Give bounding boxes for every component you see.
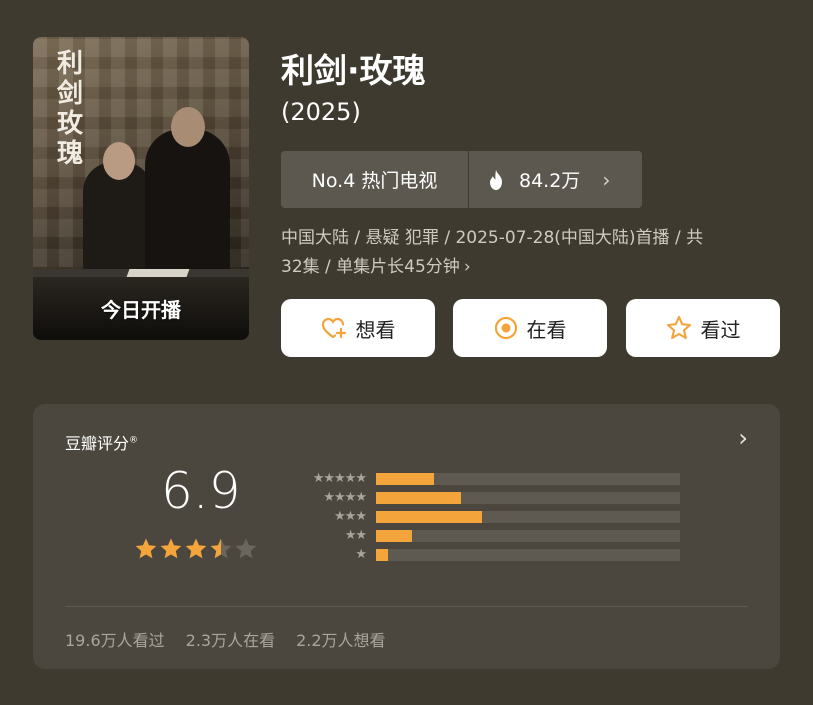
rating-label: 豆瓣评分®	[65, 434, 139, 453]
flame-icon	[490, 169, 502, 190]
release-year: (2025)	[281, 98, 361, 126]
want-button[interactable]: 想看	[281, 299, 435, 357]
heat-value: 84.2万	[519, 170, 581, 192]
rating-row: ★	[288, 546, 688, 565]
rating-bar-track	[376, 530, 680, 542]
rating-row: ★★★★★	[288, 470, 688, 489]
star-level-icon: ★★★	[334, 509, 367, 524]
watching-count: 2.3万人在看	[185, 631, 276, 650]
rating-bar-fill	[376, 492, 462, 504]
want-count: 2.2万人想看	[296, 631, 386, 650]
want-label: 想看	[355, 317, 396, 342]
poster-title: 利剑玫瑰	[57, 49, 84, 169]
registered-mark: ®	[129, 435, 139, 446]
rating-bar-fill	[376, 549, 389, 561]
watched-label: 看过	[700, 317, 741, 342]
rank-bar: No.4 热门电视 84.2万 ›	[281, 151, 642, 208]
rating-row: ★★	[288, 527, 688, 546]
poster-image[interactable]: 利剑玫瑰 今日开播	[33, 37, 249, 340]
rating-stats: 19.6万人看过 2.3万人在看 2.2万人想看	[65, 627, 386, 651]
meta-line-2: 32集 / 单集片长45分钟	[281, 257, 460, 277]
rating-star-icon	[135, 538, 157, 559]
rating-bar-track	[376, 492, 680, 504]
rating-score: 6.9	[161, 462, 241, 520]
rating-star-icon	[160, 538, 182, 559]
star-level-icon: ★★★★	[323, 490, 367, 505]
star-outline-icon	[666, 315, 691, 340]
rating-bar-track	[376, 511, 680, 523]
watching-label: 在看	[526, 317, 567, 342]
star-level-icon: ★★	[344, 528, 367, 543]
rating-star-icon	[210, 538, 232, 559]
rating-distribution: ★★★★★ ★★★★ ★★★ ★★ ★	[288, 470, 688, 565]
rank-link[interactable]: No.4 热门电视	[281, 166, 468, 193]
chevron-right-icon: ›	[602, 167, 611, 192]
watched-button[interactable]: 看过	[626, 299, 780, 357]
rating-bar-fill	[376, 511, 483, 523]
heat-link[interactable]: 84.2万 ›	[469, 166, 642, 193]
star-level-icon: ★★★★★	[312, 471, 367, 486]
poster-figure-woman-head	[103, 142, 135, 180]
rating-bar-track	[376, 473, 680, 485]
rating-bar-track	[376, 549, 680, 561]
poster-figure-man	[145, 129, 230, 279]
poster-figure-man-head	[171, 107, 205, 147]
target-icon	[494, 316, 517, 340]
show-meta[interactable]: 中国大陆 / 悬疑 犯罪 / 2025-07-28(中国大陆)首播 / 共 32…	[281, 224, 781, 282]
divider	[65, 606, 748, 607]
rating-stars	[134, 537, 259, 561]
rating-star-icon	[235, 538, 257, 559]
rating-bar-fill	[376, 473, 434, 485]
poster-badge: 今日开播	[101, 298, 181, 322]
star-level-icon: ★	[355, 547, 367, 562]
watching-button[interactable]: 在看	[453, 299, 607, 357]
chevron-right-icon: ›	[463, 257, 471, 277]
page-title: 利剑·玫瑰	[281, 51, 426, 90]
heart-plus-icon	[321, 317, 346, 339]
meta-line-1: 中国大陆 / 悬疑 犯罪 / 2025-07-28(中国大陆)首播 / 共	[281, 228, 704, 248]
rating-row: ★★★★	[288, 489, 688, 508]
rating-star-icon	[185, 538, 207, 559]
chevron-right-icon[interactable]: ›	[738, 424, 748, 452]
watched-count: 19.6万人看过	[65, 631, 165, 650]
poster-paper	[126, 269, 190, 277]
rating-bar-fill	[376, 530, 413, 542]
rating-card[interactable]: 豆瓣评分® › 6.9 ★★★★★ ★★★★ ★★★ ★★ ★ 19.6万人看过 2.3…	[33, 404, 780, 669]
rating-row: ★★★	[288, 508, 688, 527]
